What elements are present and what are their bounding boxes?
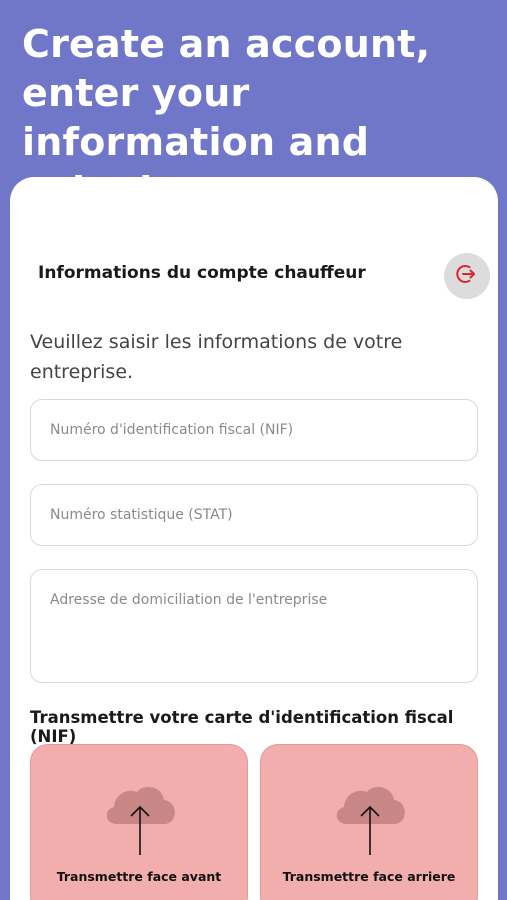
cloud-upload-icon [99,783,181,861]
upload-front-label: Transmettre face avant [56,869,222,884]
address-field-placeholder: Adresse de domiciliation de l'entreprise [50,592,328,608]
account-form-card: Informations du compte chauffeur Veuille… [10,177,498,900]
stat-field[interactable]: Numéro statistique (STAT) [30,484,478,546]
nif-field-placeholder: Numéro d'identification fiscal (NIF) [50,422,294,438]
address-field[interactable]: Adresse de domiciliation de l'entreprise [30,569,478,683]
cloud-upload-icon [329,783,411,861]
form-instructions: Veuillez saisir les informations de votr… [30,331,403,383]
logout-icon [455,262,479,290]
upload-back-button[interactable]: Transmettre face arriere [260,744,478,900]
upload-back-label: Transmettre face arriere [282,869,456,884]
logout-button[interactable] [444,253,490,299]
stat-field-placeholder: Numéro statistique (STAT) [50,507,233,523]
upload-section-title: Transmettre votre carte d'identification… [30,708,454,746]
nif-field[interactable]: Numéro d'identification fiscal (NIF) [30,399,478,461]
upload-front-button[interactable]: Transmettre face avant [30,744,248,900]
section-title: Informations du compte chauffeur [38,263,366,283]
